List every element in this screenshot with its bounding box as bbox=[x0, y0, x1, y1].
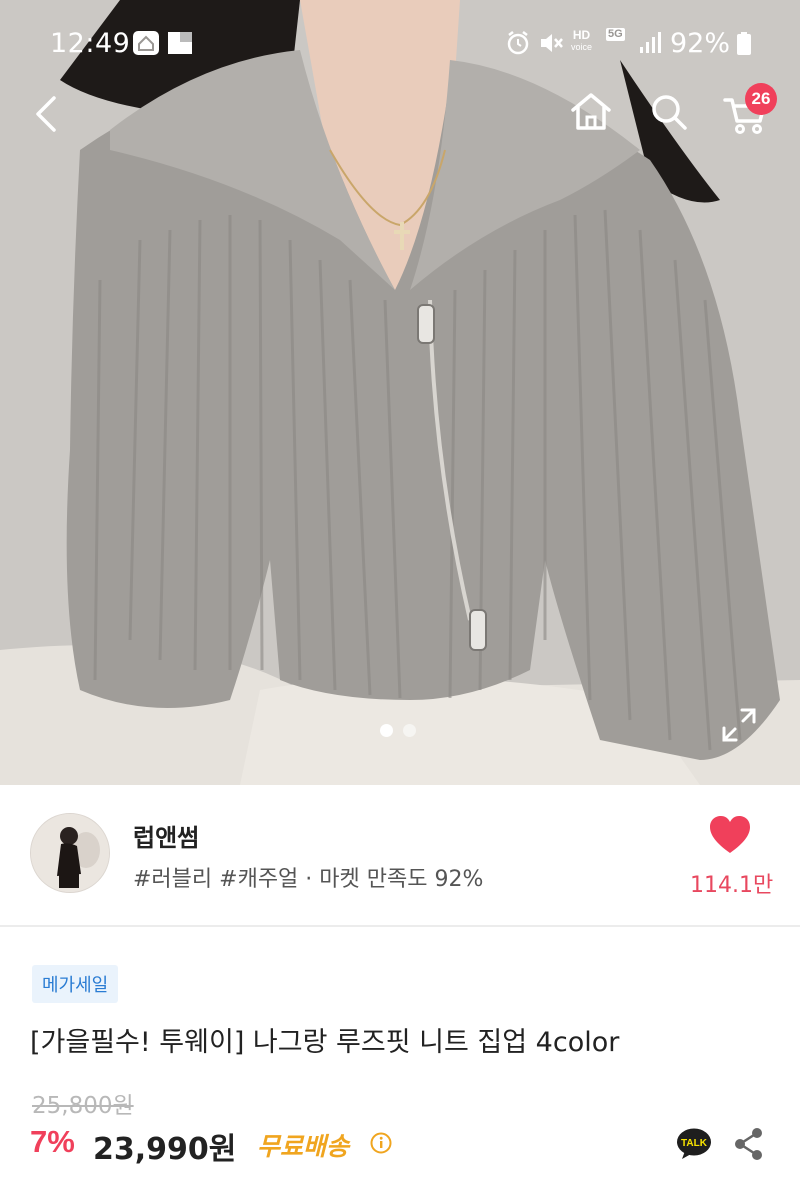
home-status-icon bbox=[133, 31, 159, 55]
sale-price: 23,990원 bbox=[93, 1132, 237, 1167]
flipboard-icon bbox=[168, 32, 192, 54]
free-shipping-label: 무료배송 bbox=[257, 1132, 350, 1161]
network-label: 5G bbox=[608, 28, 623, 40]
original-price: 25,800원 bbox=[32, 1093, 134, 1119]
5g-icon: 5G bbox=[606, 28, 625, 41]
store-name[interactable]: 럽앤썸 bbox=[133, 818, 199, 853]
status-bar: 12:49 HD voice 5G 92% bbox=[0, 0, 800, 86]
share-icon[interactable] bbox=[732, 1126, 766, 1162]
like-count: 114.1만 bbox=[690, 873, 774, 898]
talk-label: TALK bbox=[681, 1138, 708, 1149]
discount-rate: 7% bbox=[30, 1124, 75, 1159]
kakao-talk-icon[interactable]: TALK bbox=[676, 1127, 712, 1161]
voice-label: voice bbox=[571, 42, 593, 52]
carousel-indicator bbox=[380, 724, 416, 737]
sale-badge: 메가세일 bbox=[32, 965, 119, 1003]
carousel-dot[interactable] bbox=[403, 724, 416, 737]
store-section[interactable]: 럽앤썸 #러블리 #캐주얼 · 마켓 만족도 92% 114.1만 bbox=[0, 785, 800, 927]
product-image[interactable]: 12:49 HD voice 5G 92% 26 bbox=[0, 0, 800, 785]
status-time: 12:49 bbox=[50, 28, 131, 59]
expand-icon[interactable] bbox=[720, 706, 758, 744]
cart-count-badge: 26 bbox=[745, 83, 777, 115]
product-title: [가을필수! 투웨이] 나그랑 루즈핏 니트 집업 4color bbox=[30, 1027, 620, 1058]
carousel-dot-active[interactable] bbox=[380, 724, 393, 737]
heart-icon[interactable] bbox=[708, 815, 752, 855]
mute-icon bbox=[541, 34, 563, 52]
signal-icon bbox=[640, 32, 661, 53]
battery-icon bbox=[737, 32, 751, 55]
back-icon[interactable] bbox=[28, 92, 68, 136]
search-icon[interactable] bbox=[648, 90, 690, 134]
store-tags: #러블리 #캐주얼 · 마켓 만족도 92% bbox=[133, 867, 484, 892]
hd-label: HD bbox=[572, 28, 591, 42]
home-icon[interactable] bbox=[568, 90, 614, 134]
info-icon[interactable] bbox=[370, 1132, 392, 1154]
battery-percent: 92% bbox=[669, 28, 730, 59]
store-avatar[interactable] bbox=[30, 813, 110, 893]
hd-voice-icon: HD voice bbox=[571, 29, 592, 53]
alarm-icon bbox=[507, 31, 529, 55]
store-avatar-image bbox=[31, 814, 109, 892]
